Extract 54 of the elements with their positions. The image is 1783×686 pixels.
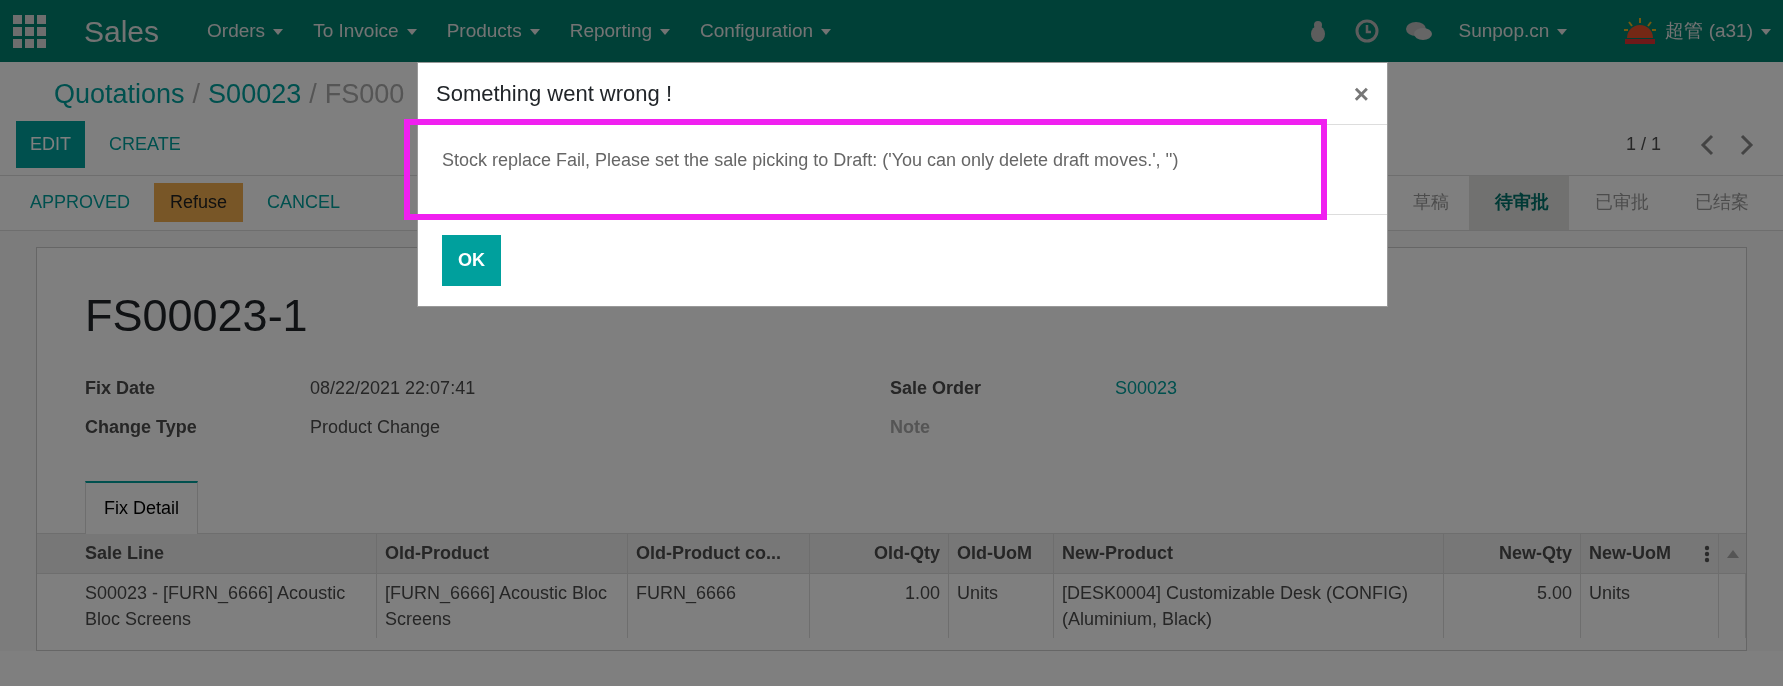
- breadcrumb-separator: /: [192, 79, 201, 109]
- tab[interactable]: Fix Detail: [85, 481, 198, 534]
- ok-button[interactable]: OK: [442, 235, 501, 286]
- column-header[interactable]: New-Product: [1054, 534, 1444, 574]
- previous-icon[interactable]: [1699, 133, 1715, 156]
- table-cell: [DESK0004] Customizable Desk (CONFIG) (Aluminium, Black): [1054, 574, 1444, 639]
- chat-icon[interactable]: [1404, 19, 1433, 43]
- menu-item[interactable]: Products: [446, 16, 540, 46]
- table-cell: Units: [949, 574, 1054, 639]
- scroll-up-icon: [1727, 550, 1739, 559]
- breadcrumb-separator: /: [309, 79, 317, 109]
- field-value: Product Change: [310, 416, 442, 439]
- apps-menu-icon[interactable]: [12, 14, 46, 48]
- menu-item[interactable]: Orders: [207, 16, 284, 46]
- column-header[interactable]: Old-UoM: [949, 534, 1054, 574]
- menu-item[interactable]: Reporting: [569, 16, 671, 46]
- error-message: Stock replace Fail, Please set the sale picking to Draft: ('You can only delete draft moves.', ''): [442, 150, 1179, 170]
- sun-logo-icon: [1623, 16, 1658, 46]
- field-label: Sale Order: [890, 377, 983, 400]
- refuse-button[interactable]: Refuse: [154, 183, 244, 222]
- user-menu[interactable]: 超管 (a31): [1665, 16, 1771, 46]
- menu-item[interactable]: To Invoice: [313, 16, 417, 46]
- breadcrumb-link[interactable]: S00023: [208, 79, 302, 109]
- dialog-title: Something went wrong !: [436, 80, 673, 108]
- field-label: Fix Date: [85, 377, 157, 400]
- create-button[interactable]: CREATE: [93, 121, 197, 168]
- pager-value: 1 / 1: [1625, 133, 1661, 156]
- field-label: Change Type: [85, 416, 198, 439]
- table-cell: FURN_6666: [628, 574, 810, 639]
- edit-button[interactable]: EDIT: [16, 121, 85, 168]
- menu-item[interactable]: Configuration: [700, 16, 832, 46]
- record-title: FS00023-1: [84, 288, 309, 343]
- clock-icon[interactable]: [1354, 19, 1379, 43]
- table-cell: 5.00: [1444, 574, 1581, 639]
- app-title: Sales: [84, 13, 160, 50]
- column-header[interactable]: Sale Line: [37, 534, 377, 574]
- table-cell: S00023 - [FURN_6666] Acoustic Bloc Screens: [37, 574, 377, 639]
- table-cell: [FURN_6666] Acoustic Bloc Screens: [377, 574, 628, 639]
- column-header[interactable]: Old-Product co...: [628, 534, 810, 574]
- more-options-icon[interactable]: [1704, 544, 1710, 563]
- breadcrumb-link[interactable]: Quotations: [54, 79, 185, 109]
- company-switcher[interactable]: Sunpop.cn: [1458, 16, 1568, 46]
- status-stage[interactable]: 待审批: [1469, 175, 1569, 230]
- column-header[interactable]: Old-Product: [377, 534, 628, 574]
- action-button[interactable]: CANCEL: [251, 179, 357, 226]
- action-button[interactable]: APPROVED: [14, 179, 147, 226]
- table-cell: Units: [1581, 574, 1719, 639]
- column-header[interactable]: New-Qty: [1444, 534, 1581, 574]
- column-header[interactable]: Old-Qty: [810, 534, 949, 574]
- table-cell: 1.00: [810, 574, 949, 639]
- next-icon[interactable]: [1739, 133, 1755, 156]
- sale-order-link[interactable]: S00023: [1115, 378, 1178, 398]
- close-button[interactable]: ×: [1353, 80, 1369, 107]
- field-value: 08/22/2021 22:07:41: [310, 377, 477, 400]
